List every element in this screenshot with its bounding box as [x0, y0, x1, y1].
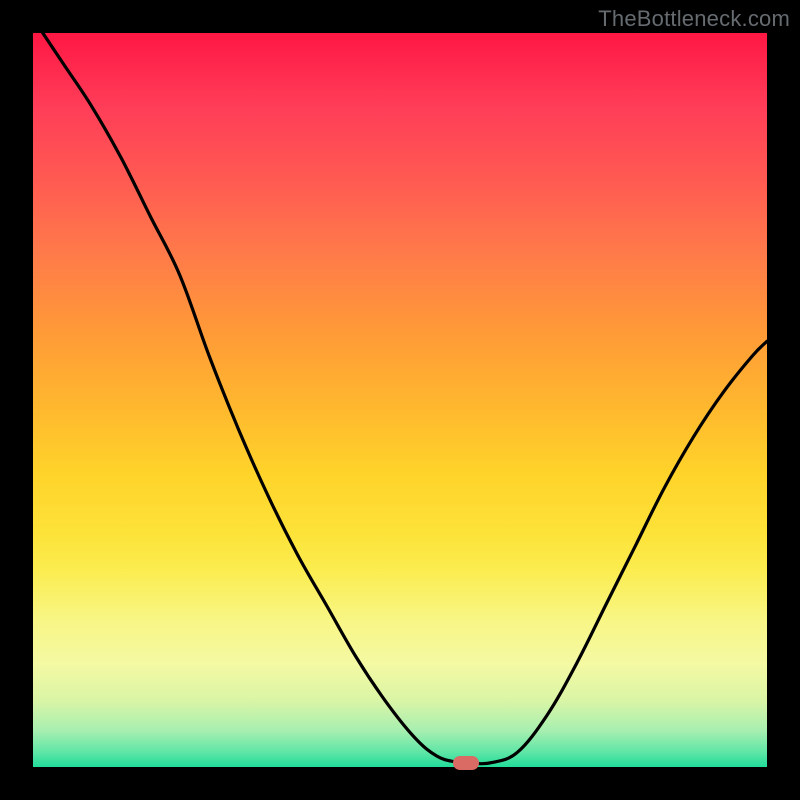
watermark-text: TheBottleneck.com [598, 6, 790, 32]
bottleneck-curve [33, 33, 767, 767]
optimal-marker [453, 756, 479, 770]
plot-area [33, 33, 767, 767]
chart-frame: TheBottleneck.com [0, 0, 800, 800]
